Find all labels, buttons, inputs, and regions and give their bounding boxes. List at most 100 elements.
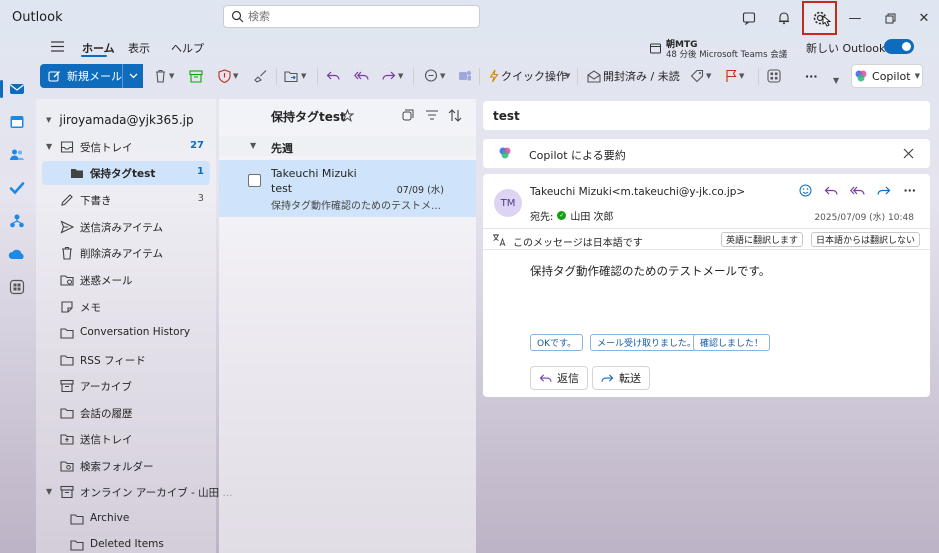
suggested-reply-button[interactable]: 確認しました！: [693, 334, 771, 351]
reply-icon[interactable]: [824, 185, 839, 197]
sweep-button[interactable]: [254, 68, 268, 84]
close-button[interactable]: ✕: [916, 10, 932, 26]
tab-home[interactable]: ホーム: [82, 40, 115, 56]
report-button[interactable]: ▼: [218, 68, 238, 84]
folder-conversation-log[interactable]: 会話の履歴: [42, 401, 210, 425]
teams-share-button[interactable]: [458, 68, 472, 84]
more-options-icon[interactable]: ···: [903, 184, 916, 197]
tab-view[interactable]: 表示: [128, 40, 150, 56]
delete-button[interactable]: ▼: [154, 68, 174, 84]
todo-icon[interactable]: [7, 178, 27, 198]
message-checkbox[interactable]: [248, 174, 261, 187]
avatar[interactable]: TM: [494, 189, 522, 217]
folder-label: 受信トレイ: [80, 142, 133, 154]
more-options-icon[interactable]: ···: [805, 68, 818, 84]
select-icon[interactable]: [402, 109, 414, 121]
group-header[interactable]: ▼ 先週: [219, 136, 476, 156]
flag-button[interactable]: ▼: [725, 68, 744, 84]
sort-icon[interactable]: [448, 109, 462, 122]
calendar-icon[interactable]: [7, 112, 27, 132]
mail-icon[interactable]: [7, 79, 27, 99]
bell-icon[interactable]: [774, 8, 794, 28]
search-input[interactable]: [248, 8, 473, 25]
copilot-button[interactable]: Copilot ▼: [851, 64, 923, 88]
folder-archive-sub[interactable]: Archive: [42, 507, 210, 531]
folder-inbox[interactable]: ▼ 受信トレイ 27: [42, 135, 210, 159]
shield-icon: [218, 69, 231, 83]
ribbon-toolbar: 新規メール ▼ ▼ ▼ ▼ ▼ クイック操作 ▼ 開封済み / 未読 ▼ ▼ ·…: [36, 62, 939, 92]
settings-button[interactable]: [802, 1, 837, 35]
folder-conversation-history[interactable]: Conversation History: [42, 321, 210, 345]
search-box[interactable]: [223, 5, 480, 28]
forward-toolbar-button[interactable]: ▼: [382, 68, 403, 84]
list-item[interactable]: Takeuchi Mizuki test 07/09 (水) 保持タグ動作確認の…: [219, 160, 476, 217]
folder-online-archive[interactable]: ▼ オンライン アーカイブ - 山田 ...: [42, 480, 233, 504]
note-icon: [61, 301, 73, 313]
folder-label: 迷惑メール: [80, 275, 133, 287]
folder-label: RSS フィード: [80, 355, 146, 367]
copilot-summary-bar[interactable]: Copilot による要約: [483, 139, 930, 168]
folder-retention-tag-test[interactable]: 保持タグtest 1: [42, 161, 210, 185]
folder-search-folders[interactable]: 検索フォルダー: [42, 454, 210, 478]
quick-steps-dropdown[interactable]: ▼: [565, 68, 570, 84]
star-icon[interactable]: [341, 109, 354, 122]
inbox-icon: [60, 141, 74, 153]
folder-outbox[interactable]: 送信トレイ: [42, 427, 210, 451]
message-preview: 保持タグ動作確認のためのテストメールで...: [271, 201, 449, 212]
folder-deleted-items-sub[interactable]: Deleted Items: [42, 533, 210, 553]
restore-button[interactable]: [882, 10, 898, 26]
new-mail-dropdown[interactable]: [122, 64, 143, 88]
tag-button[interactable]: ▼: [690, 68, 711, 84]
never-translate-button[interactable]: 日本語からは翻訳しない: [811, 232, 921, 247]
folder-sent[interactable]: 送信済みアイテム: [42, 215, 210, 239]
unread-count: 27: [190, 140, 204, 151]
tab-help[interactable]: ヘルプ: [171, 40, 204, 56]
meeting-reply-button[interactable]: ▼: [424, 68, 445, 84]
folder-archive[interactable]: アーカイブ: [42, 374, 210, 398]
folder-label: アーカイブ: [80, 381, 132, 393]
archive-button[interactable]: [189, 68, 203, 84]
menu-icon[interactable]: [51, 41, 64, 52]
folder-drafts[interactable]: 下書き 3: [42, 188, 210, 212]
people-icon[interactable]: [7, 145, 27, 165]
forward-icon: [601, 373, 614, 382]
folder-icon: [60, 328, 74, 339]
filter-icon[interactable]: [426, 110, 438, 120]
suggested-reply-button[interactable]: メール受け取りました。: [590, 334, 704, 351]
ribbon-expand-icon[interactable]: ▼: [833, 76, 839, 85]
archive-icon: [60, 379, 74, 393]
folder-notes[interactable]: メモ: [42, 295, 210, 319]
org-explorer-icon[interactable]: [7, 211, 27, 231]
reply-button[interactable]: 返信: [530, 366, 588, 390]
forward-icon: [382, 71, 396, 80]
toolbar-separator: [413, 68, 414, 85]
quick-steps-button[interactable]: クイック操作: [489, 68, 567, 84]
suggested-reply-button[interactable]: OKです。: [530, 334, 584, 351]
quick-steps-label: クイック操作: [501, 70, 567, 83]
account-header[interactable]: ▼ jiroyamada@yjk365.jp: [46, 113, 194, 127]
close-icon[interactable]: [903, 148, 914, 159]
more-apps-icon[interactable]: [7, 277, 27, 297]
emoji-icon[interactable]: [799, 184, 812, 197]
folder-junk[interactable]: 迷惑メール: [42, 268, 210, 292]
new-outlook-toggle[interactable]: [884, 39, 914, 54]
sender-address[interactable]: Takeuchi Mizuki<m.takeuchi@y-jk.co.jp>: [530, 186, 745, 198]
recipient-name[interactable]: 山田 次郎: [570, 208, 613, 223]
onedrive-icon[interactable]: [7, 244, 27, 264]
reply-label: 返信: [557, 372, 579, 385]
minimize-button[interactable]: —: [847, 10, 863, 26]
move-button[interactable]: ▼: [284, 68, 306, 84]
reply-all-icon[interactable]: [850, 185, 866, 197]
forward-icon[interactable]: [877, 185, 891, 197]
reply-all-toolbar-button[interactable]: [354, 68, 369, 84]
folder-deleted[interactable]: 削除済みアイテム: [42, 241, 210, 265]
translate-to-english-button[interactable]: 英語に翻訳します: [721, 232, 804, 247]
chevron-down-icon: ▼: [46, 487, 53, 496]
reply-toolbar-button[interactable]: [326, 68, 340, 84]
lightning-icon: [489, 69, 499, 83]
whats-new-icon[interactable]: [739, 8, 759, 28]
folder-rss[interactable]: RSS フィード: [42, 348, 210, 372]
apps-button[interactable]: [767, 68, 781, 84]
forward-button[interactable]: 転送: [592, 366, 650, 390]
read-unread-button[interactable]: 開封済み / 未読: [587, 68, 680, 84]
